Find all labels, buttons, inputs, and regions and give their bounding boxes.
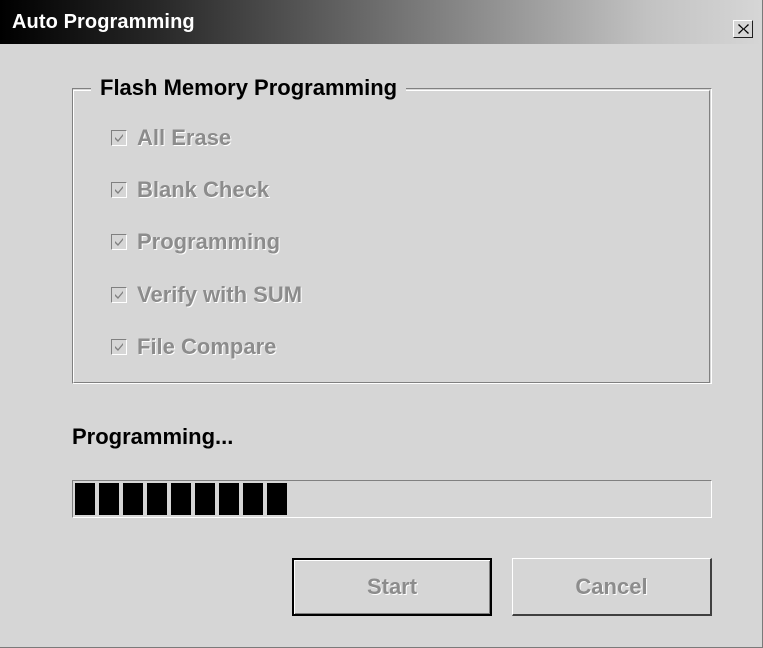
progress-segment [123,483,143,515]
checkbox-row[interactable]: Programming [111,229,280,255]
checkbox-label: All Erase [137,125,232,150]
checkmark-icon [115,291,123,299]
window-title: Auto Programming [12,11,195,33]
status-text: Programming... [72,424,234,449]
checkbox-label: Verify with SUM [137,282,303,307]
auto-programming-dialog: Auto Programming Flash Memory Programmin… [0,0,763,648]
start-button[interactable]: Start [292,558,492,616]
progress-track [75,483,709,515]
checkbox-label: Programming [137,229,281,254]
checkbox-row[interactable]: All Erase [111,125,231,151]
group-legend: Flash Memory Programming [91,75,407,101]
checkbox-label: Blank Check [137,177,270,202]
checkmark-icon [115,238,123,246]
checkmark-icon [115,186,123,194]
checkbox-row[interactable]: Verify with SUM [111,282,302,308]
progress-segment [171,483,191,515]
close-button[interactable] [733,20,753,38]
checkmark-icon [115,134,123,142]
checkbox[interactable] [111,339,127,355]
progress-segment [267,483,287,515]
checkbox[interactable] [111,130,127,146]
checkbox-row[interactable]: Blank Check [111,177,269,203]
progress-segment [75,483,95,515]
progress-segment [99,483,119,515]
checkbox[interactable] [111,287,127,303]
close-icon [738,24,749,34]
progress-segment [147,483,167,515]
checkmark-icon [115,343,123,351]
cancel-button[interactable]: Cancel [512,558,712,616]
progress-segment [219,483,239,515]
progress-bar [72,480,712,518]
checkbox[interactable] [111,234,127,250]
checkbox-label: File Compare [137,334,277,359]
progress-segment [243,483,263,515]
title-bar[interactable]: Auto Programming [0,0,762,44]
checkbox[interactable] [111,182,127,198]
progress-segment [195,483,215,515]
checkbox-row[interactable]: File Compare [111,334,276,360]
